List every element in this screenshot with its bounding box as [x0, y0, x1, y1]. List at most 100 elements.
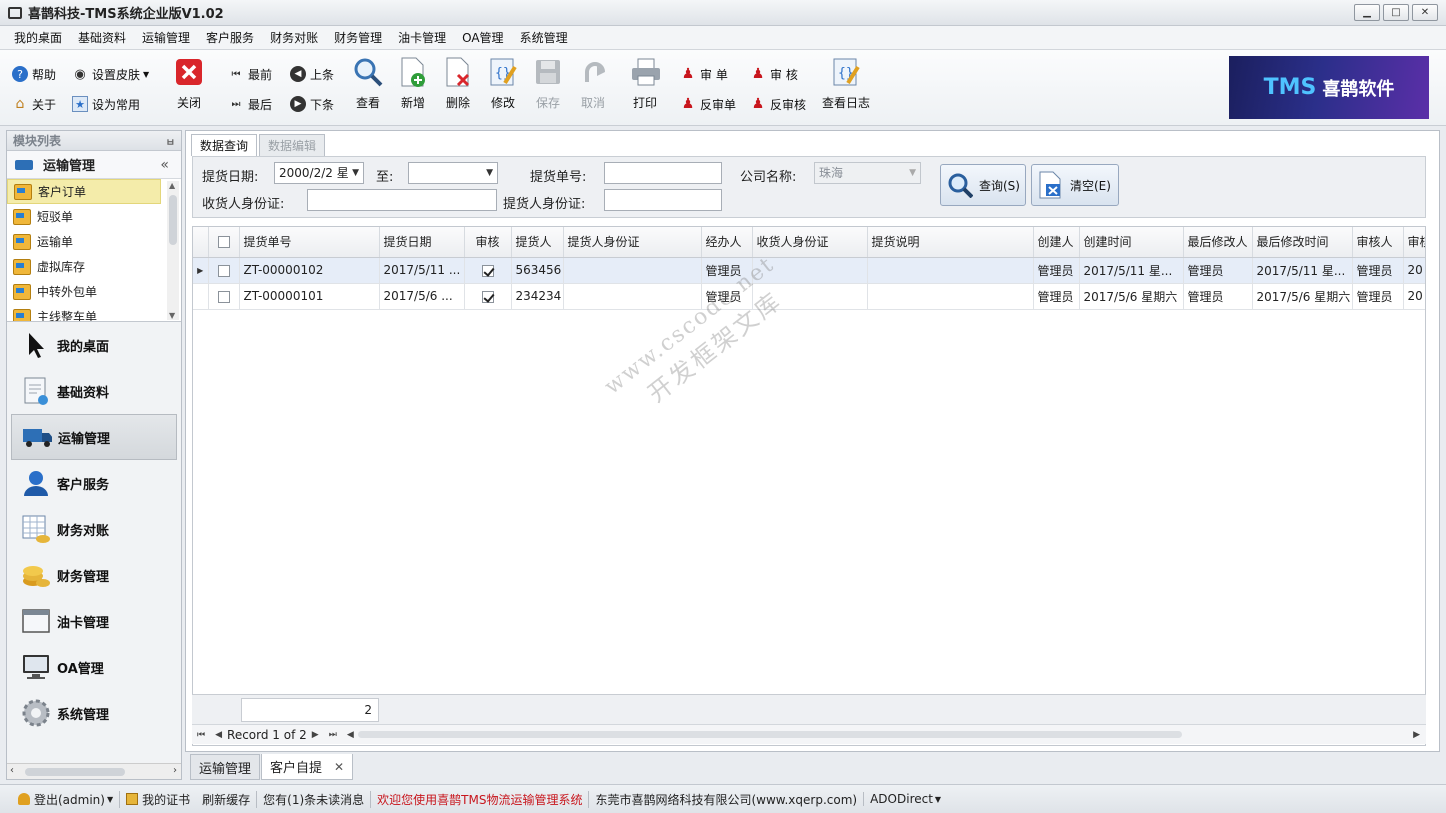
- row-checkbox[interactable]: [208, 257, 240, 284]
- receiver-id-input[interactable]: [307, 189, 497, 211]
- menu-customer-service[interactable]: 客户服务: [198, 29, 262, 46]
- menu-basic-data[interactable]: 基础资料: [70, 29, 134, 46]
- col-approve-time[interactable]: 审核: [1403, 227, 1425, 258]
- sub-item-short-haul[interactable]: 短驳单: [7, 204, 161, 229]
- query-button[interactable]: 查询(S): [940, 164, 1026, 206]
- approve-button[interactable]: ♟ 审 核: [750, 62, 798, 86]
- date-from-picker[interactable]: 2000/2/2 星 ▼: [274, 162, 364, 184]
- nav-system[interactable]: 系统管理: [7, 690, 181, 736]
- menu-finance[interactable]: 财务管理: [326, 29, 390, 46]
- sub-item-outsource[interactable]: 中转外包单: [7, 279, 161, 304]
- cell-approved-checkbox[interactable]: [464, 283, 512, 310]
- about-button[interactable]: ⌂ 关于: [12, 92, 56, 116]
- picker-id-input[interactable]: [604, 189, 722, 211]
- scroll-thumb[interactable]: [25, 768, 125, 776]
- menu-reconciliation[interactable]: 财务对账: [262, 29, 326, 46]
- menu-transport[interactable]: 运输管理: [134, 29, 198, 46]
- pin-icon[interactable]: ㅂ: [166, 134, 175, 149]
- col-modifier[interactable]: 最后修改人: [1183, 227, 1253, 258]
- col-order-no[interactable]: 提货单号: [239, 227, 380, 258]
- tab-data-query[interactable]: 数据查询: [191, 134, 258, 156]
- row-checkbox[interactable]: [208, 283, 240, 310]
- col-creator[interactable]: 创建人: [1033, 227, 1080, 258]
- save-button[interactable]: 保存: [525, 56, 571, 118]
- collapse-icon[interactable]: «: [160, 157, 169, 173]
- refresh-cache-button[interactable]: 刷新缓存: [196, 791, 256, 808]
- close-button[interactable]: 关闭: [166, 56, 212, 118]
- add-button[interactable]: 新增: [390, 56, 436, 118]
- col-receiver-id[interactable]: 收货人身份证: [752, 227, 868, 258]
- company-select[interactable]: 珠海 ▼: [814, 162, 921, 184]
- col-picker-id[interactable]: 提货人身份证: [563, 227, 702, 258]
- nav-transport[interactable]: 运输管理: [11, 414, 177, 460]
- doc-tab-customer-pickup[interactable]: 客户自提 ✕: [261, 754, 354, 780]
- unapprove-button[interactable]: ♟ 反审核: [750, 92, 806, 116]
- db-connection-dropdown[interactable]: ADODirect ▼: [863, 792, 947, 806]
- col-picker[interactable]: 提货人: [511, 227, 564, 258]
- nav-oa[interactable]: OA管理: [7, 644, 181, 690]
- table-row[interactable]: ▶ ZT-00000102 2017/5/11 ... 563456 管理员 管…: [193, 257, 1425, 284]
- view-button[interactable]: 查看: [345, 56, 391, 118]
- menu-fuel-card[interactable]: 油卡管理: [390, 29, 454, 46]
- next-button[interactable]: ▶ 下条: [290, 92, 334, 116]
- maximize-button[interactable]: □: [1383, 4, 1409, 21]
- approve-doc-button[interactable]: ♟ 审 单: [680, 62, 728, 86]
- menu-my-desktop[interactable]: 我的桌面: [6, 29, 70, 46]
- order-no-input[interactable]: [604, 162, 722, 184]
- first-record-icon[interactable]: ⏮: [197, 730, 205, 740]
- nav-reconciliation[interactable]: 财务对账: [7, 506, 181, 552]
- sub-list-scrollbar[interactable]: ▲ ▼: [167, 181, 179, 320]
- nav-finance[interactable]: 财务管理: [7, 552, 181, 598]
- col-handler[interactable]: 经办人: [701, 227, 753, 258]
- nav-basic-data[interactable]: 基础资料: [7, 368, 181, 414]
- cancel-button[interactable]: 取消: [570, 56, 616, 118]
- next-record-icon[interactable]: ▶: [312, 730, 319, 740]
- prev-button[interactable]: ◀ 上条: [290, 62, 334, 86]
- help-button[interactable]: ? 帮助: [12, 62, 56, 86]
- sub-item-transport-order[interactable]: 运输单: [7, 229, 161, 254]
- sub-item-customer-order[interactable]: 客户订单: [7, 179, 161, 204]
- doc-tab-transport[interactable]: 运输管理: [190, 754, 261, 780]
- tab-data-edit[interactable]: 数据编辑: [259, 134, 326, 156]
- select-all-checkbox[interactable]: [208, 227, 240, 258]
- scroll-down-icon[interactable]: ▼: [169, 311, 175, 320]
- skin-button[interactable]: ◉ 设置皮肤 ▼: [72, 62, 149, 86]
- menu-oa[interactable]: OA管理: [454, 29, 511, 46]
- scroll-left-icon[interactable]: ‹: [10, 765, 14, 776]
- col-approved[interactable]: 审核: [464, 227, 512, 258]
- favorite-button[interactable]: ★ 设为常用: [72, 92, 140, 116]
- view-log-button[interactable]: {} 查看日志: [818, 56, 874, 118]
- certificate-button[interactable]: 我的证书: [119, 790, 196, 808]
- scroll-thumb[interactable]: [169, 195, 177, 245]
- delete-button[interactable]: 删除: [435, 56, 481, 118]
- last-record-icon[interactable]: ⏭: [329, 730, 337, 740]
- close-window-button[interactable]: ✕: [1412, 4, 1438, 21]
- scroll-left-icon[interactable]: ◀: [347, 730, 354, 740]
- prev-record-icon[interactable]: ◀: [215, 730, 222, 740]
- last-button[interactable]: ⏭ 最后: [228, 92, 273, 116]
- first-button[interactable]: ⏮ 最前: [228, 62, 273, 86]
- col-note[interactable]: 提货说明: [867, 227, 1034, 258]
- col-approver[interactable]: 审核人: [1352, 227, 1404, 258]
- scroll-right-icon[interactable]: ▶: [1413, 730, 1420, 740]
- scroll-up-icon[interactable]: ▲: [169, 181, 175, 190]
- table-row[interactable]: ZT-00000101 2017/5/6 ... 234234 管理员 管理员 …: [193, 283, 1425, 310]
- sidebar-hscrollbar[interactable]: ‹ ›: [7, 763, 181, 779]
- grid-hscrollbar[interactable]: [358, 731, 1182, 738]
- col-pickup-date[interactable]: 提货日期: [379, 227, 465, 258]
- date-to-picker[interactable]: ▼: [408, 162, 498, 184]
- scroll-right-icon[interactable]: ›: [173, 765, 177, 776]
- close-tab-icon[interactable]: ✕: [334, 760, 344, 774]
- cell-approved-checkbox[interactable]: [464, 257, 512, 284]
- sub-item-virtual-stock[interactable]: 虚拟库存: [7, 254, 161, 279]
- clear-button[interactable]: 清空(E): [1031, 164, 1119, 206]
- nav-my-desktop[interactable]: 我的桌面: [7, 322, 181, 368]
- print-button[interactable]: 打印: [622, 56, 668, 118]
- sidebar-group-transport[interactable]: 运输管理 «: [7, 151, 181, 179]
- unread-messages[interactable]: 您有(1)条未读消息: [256, 790, 370, 808]
- menu-system[interactable]: 系统管理: [512, 29, 576, 46]
- col-created[interactable]: 创建时间: [1079, 227, 1184, 258]
- unapprove-doc-button[interactable]: ♟ 反审单: [680, 92, 736, 116]
- minimize-button[interactable]: ▁: [1354, 4, 1380, 21]
- edit-button[interactable]: {} 修改: [480, 56, 526, 118]
